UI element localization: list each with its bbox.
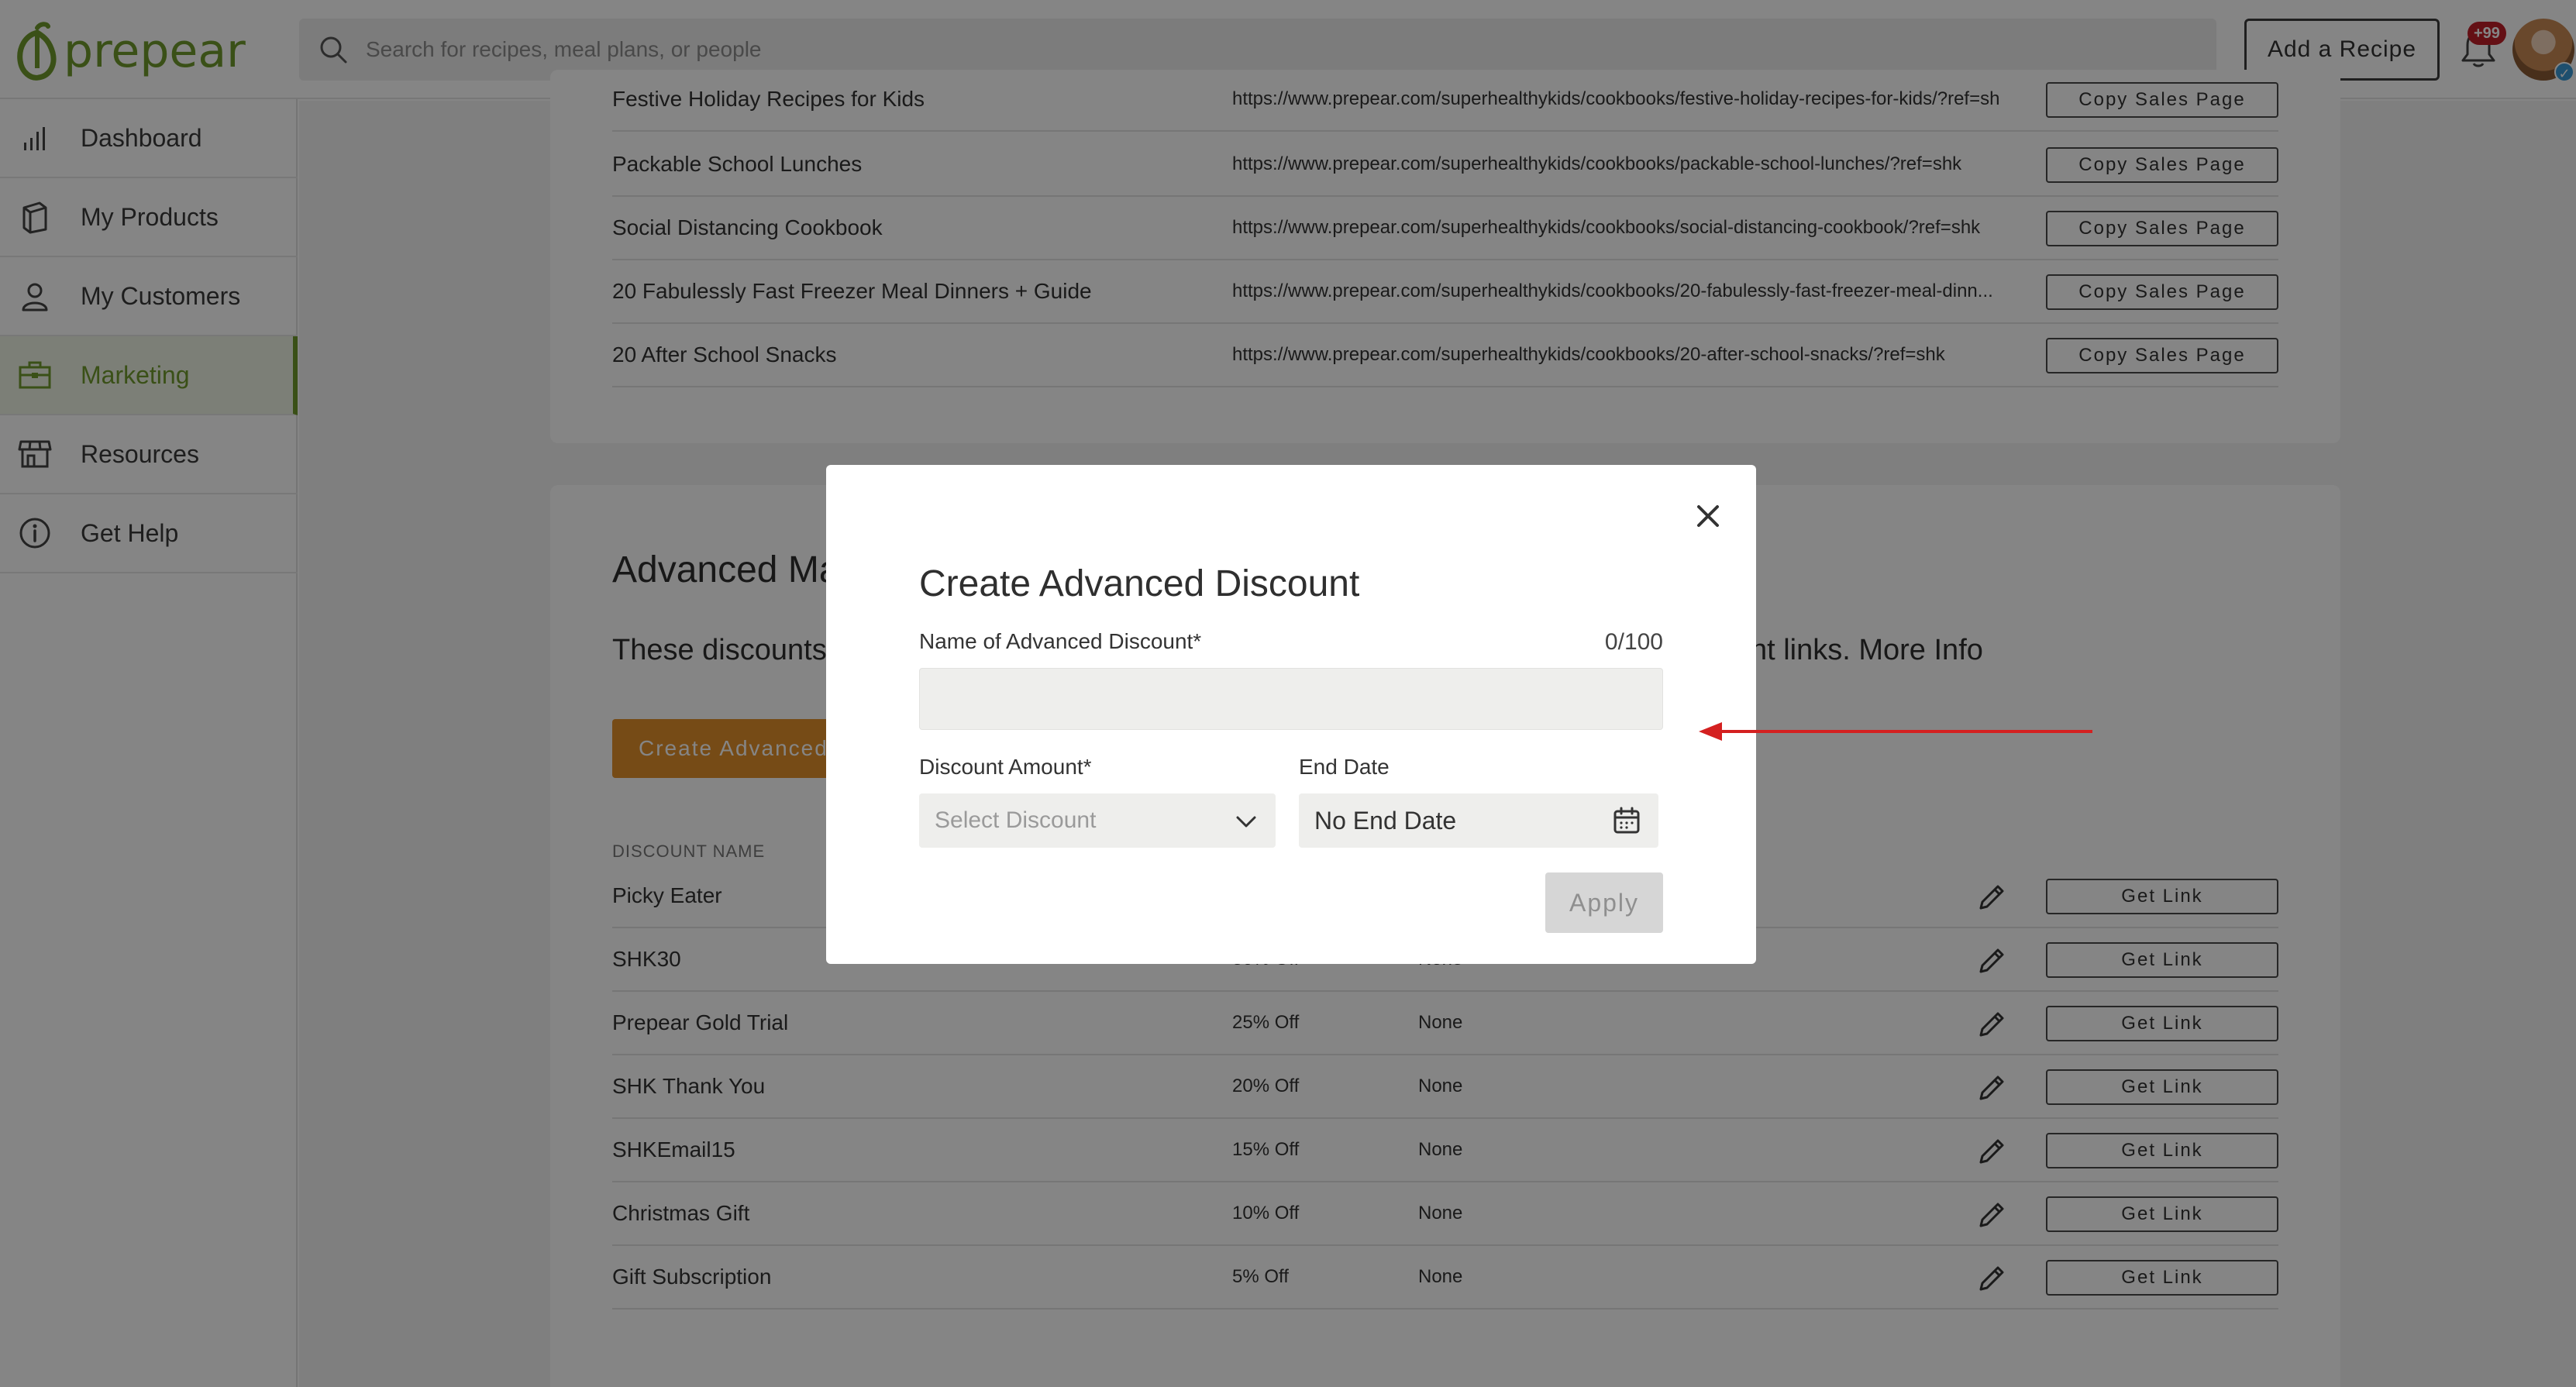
close-icon[interactable] bbox=[1693, 501, 1724, 532]
select-placeholder: Select Discount bbox=[935, 807, 1097, 833]
modal-title: Create Advanced Discount bbox=[919, 563, 1360, 604]
end-date-field[interactable]: No End Date bbox=[1299, 793, 1658, 848]
end-date-label: End Date bbox=[1299, 755, 1390, 779]
discount-name-input[interactable] bbox=[919, 668, 1663, 730]
create-advanced-discount-modal: Create Advanced Discount Name of Advance… bbox=[826, 465, 1756, 964]
chevron-down-icon bbox=[1236, 816, 1256, 828]
discount-name-label: Name of Advanced Discount* bbox=[919, 629, 1202, 653]
apply-button[interactable]: Apply bbox=[1545, 872, 1663, 933]
discount-amount-select[interactable]: Select Discount bbox=[919, 793, 1276, 848]
calendar-icon[interactable] bbox=[1612, 806, 1641, 835]
character-counter: 0/100 bbox=[1604, 629, 1663, 655]
end-date-value: No End Date bbox=[1314, 806, 1457, 835]
discount-amount-label: Discount Amount* bbox=[919, 755, 1092, 779]
annotation-arrow-icon bbox=[1699, 722, 2092, 741]
